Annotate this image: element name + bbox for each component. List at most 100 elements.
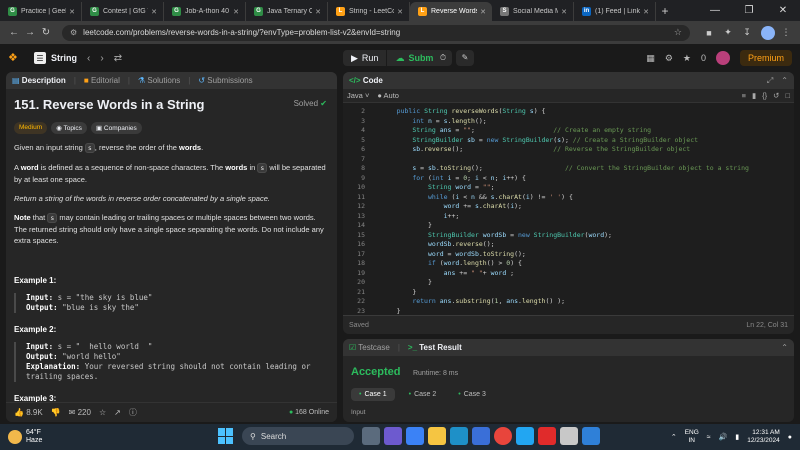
collapse-icon[interactable]: ⌃ — [781, 76, 788, 85]
tab-code[interactable]: </> Code — [349, 76, 383, 85]
wifi-icon[interactable]: ≈ — [707, 434, 711, 441]
next-problem-icon[interactable]: › — [100, 53, 103, 64]
tab-editorial[interactable]: ■ Editorial — [84, 76, 120, 85]
reset-icon[interactable]: ↺ — [773, 91, 779, 100]
downloads-icon[interactable]: ↧ — [739, 27, 755, 38]
new-tab-button[interactable]: + — [656, 2, 674, 21]
edge-icon[interactable] — [450, 427, 468, 445]
shuffle-icon[interactable]: ⇄ — [114, 53, 122, 64]
tab-close-icon[interactable]: ✕ — [233, 8, 239, 16]
case-tab[interactable]: • Case 3 — [450, 388, 494, 401]
premium-button[interactable]: Premium — [739, 50, 792, 66]
problem-list-icon[interactable]: ☰ — [34, 52, 46, 64]
companies-tag[interactable]: ▣ Companies — [90, 122, 142, 134]
forward-icon[interactable]: → — [22, 27, 38, 38]
url-input[interactable]: ⚙ leetcode.com/problems/reverse-words-in… — [62, 24, 690, 41]
back-icon[interactable]: ← — [6, 27, 22, 38]
language-indicator[interactable]: ENG IN — [685, 429, 699, 445]
tab-close-icon[interactable]: ✕ — [151, 8, 157, 16]
code-editor[interactable]: 2 public String reverseWords(String s) {… — [343, 103, 794, 315]
browser-menu-icon[interactable]: ⋮ — [778, 27, 794, 38]
extension-icon[interactable]: ■ — [701, 28, 717, 38]
user-avatar[interactable] — [715, 51, 730, 65]
site-info-icon[interactable]: ⚙ — [70, 28, 77, 37]
share-icon[interactable]: ↗ — [114, 408, 121, 417]
temperature: 64°F — [26, 429, 41, 436]
difficulty-badge[interactable]: Medium — [14, 122, 48, 134]
profile-avatar[interactable] — [761, 25, 775, 40]
language-select[interactable]: Java ˅ — [347, 91, 369, 100]
windows-start-icon[interactable] — [218, 428, 234, 444]
notification-bell-icon[interactable]: ● — [788, 434, 792, 441]
line-number: 16 — [357, 240, 365, 248]
browser-tab[interactable]: G Job-A-thon 40 H✕ — [164, 2, 246, 21]
tab-test-result[interactable]: >_ Test Result — [408, 343, 462, 352]
weather-widget[interactable]: 64°F Haze — [8, 429, 78, 445]
bookmark-icon[interactable]: ▮ — [752, 91, 756, 100]
minimize-icon[interactable]: — — [698, 5, 732, 16]
case-tab[interactable]: • Case 2 — [401, 388, 445, 401]
maximize-icon[interactable]: ❐ — [732, 5, 766, 16]
layout-icon[interactable]: ▦ — [646, 53, 655, 64]
vscode-icon[interactable] — [582, 427, 600, 445]
expand-icon[interactable]: ⤢ — [767, 76, 773, 86]
file-explorer-icon[interactable] — [428, 427, 446, 445]
notes-icon[interactable]: ✎ — [456, 50, 474, 66]
browser-tab[interactable]: G Java Ternary Ope✕ — [246, 2, 328, 21]
tab-close-icon[interactable]: ✕ — [315, 8, 321, 16]
chrome-icon[interactable] — [494, 427, 512, 445]
comments-button[interactable]: ✉ 220 — [69, 408, 91, 417]
topics-tag[interactable]: ◉ Topics — [51, 122, 87, 134]
tab-close-icon[interactable]: ✕ — [480, 8, 486, 16]
run-button[interactable]: ▶ Run — [343, 50, 388, 66]
like-button[interactable]: 👍 8.9K — [14, 408, 43, 417]
clock[interactable]: 12:31 AM 12/23/2024 — [747, 429, 780, 445]
tab-description[interactable]: ▤ Description — [12, 76, 66, 85]
youtube-icon[interactable] — [538, 427, 556, 445]
streak-icon[interactable]: ★ — [683, 53, 691, 64]
browser-tab[interactable]: G Contest | GfG We✕ — [82, 2, 164, 21]
browser-tab[interactable]: in (1) Feed | Linked✕ — [574, 2, 656, 21]
tab-testcase[interactable]: ☑ Testcase — [349, 343, 390, 352]
close-icon[interactable]: ✕ — [766, 5, 800, 16]
settings-icon[interactable]: ⚙ — [665, 53, 673, 64]
notification-count[interactable]: 0 — [701, 53, 706, 63]
copilot-icon[interactable] — [406, 427, 424, 445]
reload-icon[interactable]: ↻ — [38, 27, 54, 38]
tab-close-icon[interactable]: ✕ — [397, 8, 403, 16]
store-icon[interactable] — [472, 427, 490, 445]
mail-icon[interactable] — [516, 427, 534, 445]
leetcode-logo-icon[interactable]: ❖ — [8, 51, 22, 65]
browser-tab[interactable]: G Practice | Geeksf✕ — [0, 2, 82, 21]
battery-icon[interactable]: ▮ — [735, 433, 739, 441]
tab-close-icon[interactable]: ✕ — [69, 8, 75, 16]
help-icon[interactable]: ⓘ — [129, 407, 137, 418]
braces-icon[interactable]: {} — [762, 91, 767, 100]
browser-tab[interactable]: L Reverse Words i✕ — [410, 2, 492, 21]
tab-solutions[interactable]: ⚗ Solutions — [138, 76, 180, 85]
prev-problem-icon[interactable]: ‹ — [87, 53, 90, 64]
collapse-icon[interactable]: ⌃ — [781, 343, 788, 352]
bookmark-star-icon[interactable]: ☆ — [674, 27, 682, 38]
taskbar-search[interactable]: ⚲ Search — [242, 427, 354, 445]
tab-close-icon[interactable]: ✕ — [643, 8, 649, 16]
auto-mode-toggle[interactable]: ● Auto — [377, 91, 399, 100]
chevron-up-icon[interactable]: ⌃ — [671, 433, 677, 441]
volume-icon[interactable]: 🔊 — [719, 433, 728, 441]
browser-tab[interactable]: S Social Media Ma✕ — [492, 2, 574, 21]
fullscreen-icon[interactable]: □ — [785, 91, 790, 100]
tab-close-icon[interactable]: ✕ — [561, 8, 567, 16]
browser-tab[interactable]: L String - LeetCod✕ — [328, 2, 410, 21]
tab-submissions[interactable]: ↺ Submissions — [198, 76, 252, 85]
favorite-star-icon[interactable]: ☆ — [99, 408, 106, 417]
dislike-button[interactable]: 👎 — [51, 408, 61, 417]
task-view-icon[interactable] — [362, 427, 380, 445]
teams-icon[interactable] — [384, 427, 402, 445]
timer-icon[interactable]: ⏱ — [434, 50, 452, 66]
format-icon[interactable]: ≡ — [742, 91, 746, 100]
code-line: 17 word = wordSb.toString(); — [343, 250, 794, 260]
case-tab[interactable]: • Case 1 — [351, 388, 395, 401]
extensions-puzzle-icon[interactable]: ✦ — [720, 27, 736, 38]
app-icon[interactable] — [560, 427, 578, 445]
problem-list-title[interactable]: String — [51, 53, 77, 63]
